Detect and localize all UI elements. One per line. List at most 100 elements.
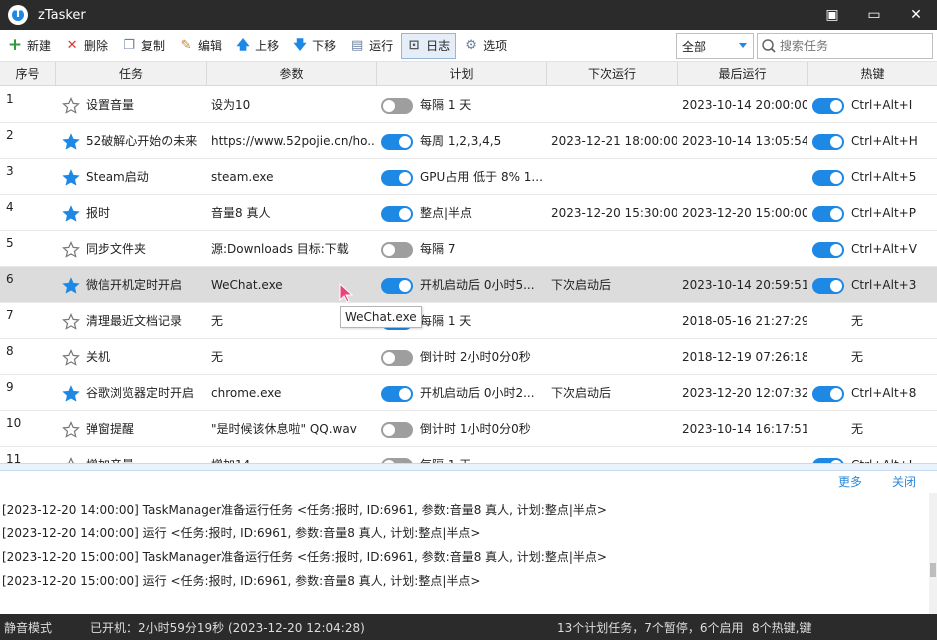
task-next-run: 下次启动后: [551, 278, 612, 292]
edit-task-button[interactable]: ✎ 编辑: [173, 33, 228, 59]
column-header-last-run[interactable]: 最后运行: [678, 62, 808, 86]
log-close-link[interactable]: 关闭: [892, 473, 916, 490]
task-enable-toggle[interactable]: [381, 278, 413, 294]
column-header-next-run[interactable]: 下次运行: [547, 62, 678, 86]
table-row[interactable]: 11 增加音量增加14 每隔 1 天 Ctrl+Alt+J: [0, 447, 937, 463]
mouse-cursor-icon: [339, 282, 354, 303]
search-box: [757, 33, 933, 59]
log-toggle-label: 日志: [426, 39, 451, 53]
task-name: 微信开机定时开启: [86, 278, 183, 292]
star-outline-icon[interactable]: [62, 313, 80, 331]
table-row[interactable]: 4 报时 音量8 真人 整点|半点 2023-12-20 15:30:00 2023-12…: [0, 195, 937, 231]
run-task-button[interactable]: ▤ 运行: [344, 33, 399, 59]
table-row[interactable]: 2 52破解心开始の未来 https://www.52pojie.cn/ho... 每…: [0, 123, 937, 159]
table-row[interactable]: 6 微信开机定时开启 WeChat.exe 开机启动后 0小时5... 下次启动后 202…: [0, 267, 937, 303]
star-filled-icon[interactable]: [62, 277, 80, 295]
task-hotkey: Ctrl+Alt+P: [851, 206, 916, 220]
task-enable-toggle[interactable]: [381, 98, 413, 114]
task-param: steam.exe: [211, 170, 274, 184]
column-header-index[interactable]: 序号: [0, 62, 56, 86]
star-outline-icon[interactable]: [62, 241, 80, 259]
hotkey-enable-toggle[interactable]: [812, 386, 844, 402]
log-scrollbar[interactable]: [929, 493, 937, 614]
table-row[interactable]: 5 同步文件夹 源:Downloads 目标:下载 每隔 7 Ctrl+Alt+V: [0, 231, 937, 267]
column-header-hotkey[interactable]: 热键: [808, 62, 937, 86]
hotkey-enable-toggle[interactable]: [812, 206, 844, 222]
star-outline-icon[interactable]: [62, 421, 80, 439]
task-last-run: 2023-10-14 16:17:51: [682, 422, 807, 436]
log-line: [2023-12-20 15:00:00] 运行 <任务:报时, ID:6961…: [2, 574, 481, 588]
arrow-up-icon: 🡅: [236, 38, 250, 53]
task-name: 设置音量: [86, 98, 135, 112]
row-index: 9: [6, 380, 14, 394]
log-toggle-button[interactable]: ⊡ 日志: [401, 32, 457, 59]
new-task-button[interactable]: + 新建: [2, 33, 57, 59]
table-row[interactable]: 7 清理最近文档记录无每隔 1 天 2018-05-16 21:27:29 无: [0, 303, 937, 339]
task-enable-toggle[interactable]: [381, 134, 413, 150]
column-header-task[interactable]: 任务: [56, 62, 207, 86]
task-name: 清理最近文档记录: [86, 314, 183, 328]
mute-mode-status[interactable]: 静音模式: [4, 619, 52, 636]
task-next-run: [551, 447, 677, 463]
task-last-run: 2023-10-14 20:00:00: [682, 98, 807, 112]
row-index: 2: [6, 128, 14, 142]
minimize-to-tray-button[interactable]: ▣: [811, 0, 853, 30]
log-line: [2023-12-20 14:00:00] TaskManager准备运行任务 …: [2, 503, 607, 517]
task-enable-toggle[interactable]: [381, 242, 413, 258]
close-button[interactable]: ✕: [895, 0, 937, 30]
star-outline-icon[interactable]: [62, 97, 80, 115]
row-index: 10: [6, 416, 22, 430]
log-line: [2023-12-20 14:00:00] 运行 <任务:报时, ID:6961…: [2, 526, 481, 540]
row-index: 4: [6, 200, 14, 214]
star-outline-icon[interactable]: [62, 349, 80, 367]
column-header-plan[interactable]: 计划: [377, 62, 547, 86]
star-filled-icon[interactable]: [62, 205, 80, 223]
table-row[interactable]: 1 设置音量 设为10 每隔 1 天 2023-10-14 20:00:00 Ctrl+A…: [0, 87, 937, 123]
uptime-status: 已开机：2小时59分19秒 (2023-12-20 12:04:28): [90, 621, 365, 635]
table-row[interactable]: 3 Steam启动 steam.exe GPU占用 低于 8% 1... Ctrl+Al…: [0, 159, 937, 195]
search-input[interactable]: [780, 39, 920, 53]
hotkey-enable-toggle[interactable]: [812, 170, 844, 186]
task-plan: 每隔 1 天: [420, 314, 472, 328]
row-index: 3: [6, 164, 14, 178]
log-splitter[interactable]: [0, 463, 937, 471]
log-more-link[interactable]: 更多: [838, 473, 862, 490]
table-row[interactable]: 8 关机 无 倒计时 2小时0分0秒 2018-12-19 07:26:18 无: [0, 339, 937, 375]
task-next-run: [551, 303, 677, 339]
plus-icon: +: [7, 35, 23, 55]
task-next-run: 下次启动后: [551, 386, 612, 400]
row-index: 5: [6, 236, 14, 250]
hotkey-enable-toggle[interactable]: [812, 278, 844, 294]
options-button[interactable]: ⚙ 选项: [458, 33, 513, 59]
column-header-param[interactable]: 参数: [207, 62, 377, 86]
move-up-button[interactable]: 🡅 上移: [230, 33, 285, 59]
table-row[interactable]: 9 谷歌浏览器定时开启 chrome.exe 开机启动后 0小时2... 下次启动后 20…: [0, 375, 937, 411]
task-enable-toggle[interactable]: [381, 170, 413, 186]
edit-task-label: 编辑: [198, 39, 223, 53]
hotkey-enable-toggle[interactable]: [812, 134, 844, 150]
hotkey-enable-toggle[interactable]: [812, 98, 844, 114]
task-enable-toggle[interactable]: [381, 422, 413, 438]
task-hotkey: Ctrl+Alt+H: [851, 134, 918, 148]
table-row[interactable]: 10 弹窗提醒 "是时候该休息啦" QQ.wav 倒计时 1小时0分0秒 2023-10…: [0, 411, 937, 447]
task-enable-toggle[interactable]: [381, 386, 413, 402]
star-filled-icon[interactable]: [62, 169, 80, 187]
task-hotkey: Ctrl+Alt+5: [851, 170, 917, 184]
task-next-run: 2023-12-21 18:00:00: [551, 134, 677, 148]
window-title: zTasker: [38, 7, 86, 23]
task-hotkey: Ctrl+Alt+J: [851, 447, 937, 463]
run-icon: ▤: [350, 38, 364, 53]
hotkey-enable-toggle[interactable]: [812, 242, 844, 258]
task-plan: 开机启动后 0小时2...: [420, 386, 535, 400]
task-enable-toggle[interactable]: [381, 350, 413, 366]
task-next-run: [551, 411, 677, 447]
log-scrollbar-thumb[interactable]: [930, 563, 936, 577]
delete-task-button[interactable]: ✕ 删除: [59, 33, 114, 59]
task-filter-select[interactable]: 全部: [676, 33, 754, 59]
task-enable-toggle[interactable]: [381, 206, 413, 222]
restore-button[interactable]: ▭: [853, 0, 895, 30]
star-filled-icon[interactable]: [62, 133, 80, 151]
move-down-button[interactable]: 🡇 下移: [287, 33, 342, 59]
star-filled-icon[interactable]: [62, 385, 80, 403]
copy-task-button[interactable]: ❐ 复制: [116, 33, 171, 59]
